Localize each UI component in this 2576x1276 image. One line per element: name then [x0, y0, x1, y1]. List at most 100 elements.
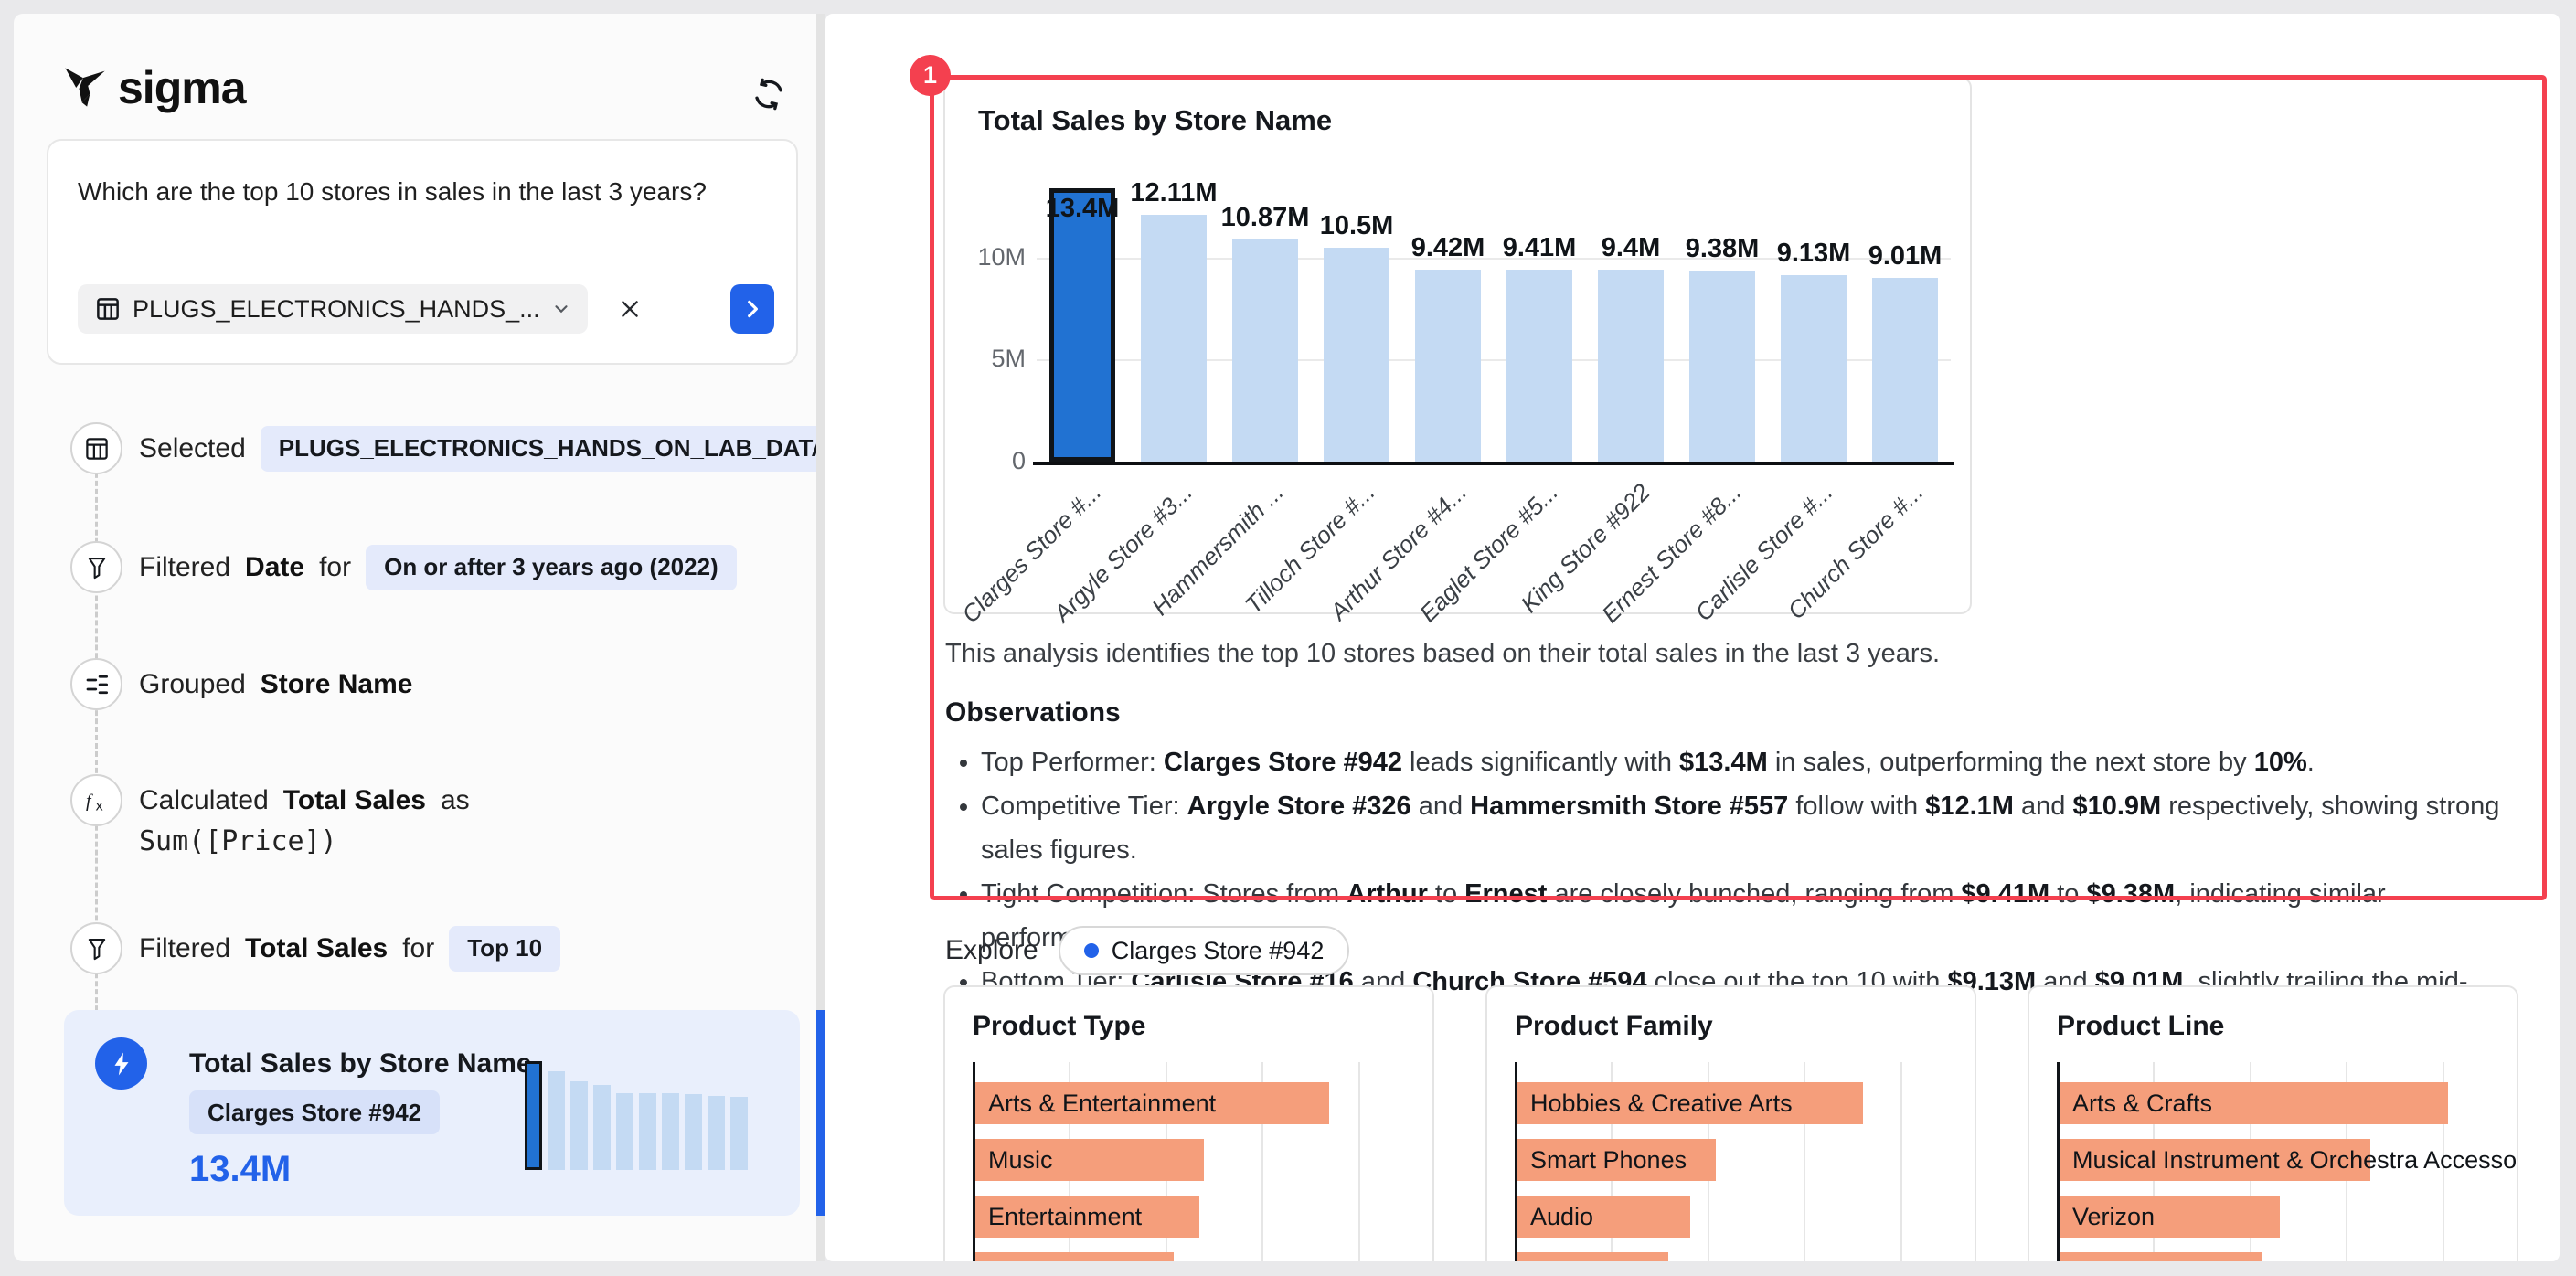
step-label-1[interactable]: SelectedPLUGS_ELECTRONICS_HANDS_ON_LAB_D… [139, 422, 816, 474]
result-card-title: Total Sales by Store Name [189, 1048, 532, 1079]
bar-Eaglet Store #5...[interactable] [1506, 270, 1572, 462]
product-card-title: Product Family [1515, 1011, 1713, 1042]
chart-title: Total Sales by Store Name [978, 104, 1332, 137]
bar-value-label: 9.42M [1398, 233, 1498, 263]
bar-Clarges Store #...[interactable] [1049, 188, 1115, 462]
question-card: Which are the top 10 stores in sales in … [47, 139, 798, 365]
sidebar: sigma Which are the top 10 stores in sal… [14, 14, 816, 1261]
product-card-product-type: Product Type Arts & Entertainment Music Ent… [943, 985, 1434, 1261]
product-bar-label: Smart Phones [1530, 1139, 1687, 1181]
group-icon [70, 658, 122, 710]
y-axis-tick: 0 [953, 447, 1026, 475]
bar-value-label: 9.41M [1489, 233, 1590, 263]
product-bar-label: Hobbies & Creative Arts [1530, 1082, 1793, 1124]
result-card-value: 13.4M [189, 1149, 291, 1190]
chevron-down-icon [551, 299, 571, 319]
bar-value-label: 13.4M [1032, 194, 1133, 224]
product-bar-label: Audio [1530, 1196, 1593, 1238]
observation-item: Top Performer: Clarges Store #942 leads … [981, 740, 2517, 784]
product-bar-row: Entertainment [975, 1196, 1407, 1238]
product-bar-label: Memory Cards [2072, 1252, 2234, 1261]
step-chip-2[interactable]: On or after 3 years ago (2022) [366, 545, 737, 590]
sigma-logo: sigma [61, 61, 246, 114]
table-icon [94, 295, 122, 323]
step-formula: Sum([Price]) [139, 825, 337, 857]
mini-bar [548, 1071, 565, 1170]
step-label-4[interactable]: Calculated Total Sales as [139, 774, 470, 826]
mini-bar [685, 1094, 702, 1170]
sidebar-scrollbar-thumb[interactable] [816, 1010, 825, 1216]
product-bar-label: TV & Home Theater [1530, 1252, 1750, 1261]
product-bar-label: Musical Instrument & Orchestra Accessori… [2072, 1139, 2518, 1181]
mini-bar [662, 1093, 679, 1170]
question-text[interactable]: Which are the top 10 stores in sales in … [78, 177, 707, 207]
refresh-icon[interactable] [745, 70, 793, 118]
bar-Hammersmith ...[interactable] [1232, 239, 1298, 462]
mini-bar [708, 1096, 725, 1170]
bar-Arthur Store #4...[interactable] [1415, 270, 1481, 462]
step-label-5[interactable]: Filtered Total Sales forTop 10 [139, 922, 560, 974]
observations-title: Observations [945, 697, 1121, 728]
product-bar-row: Musical Instrument & Orchestra Accessori… [2060, 1139, 2491, 1181]
svg-text:f: f [86, 791, 93, 811]
explore-filter-pill[interactable]: Clarges Store #942 [1059, 926, 1350, 975]
product-bar-row [975, 1252, 1407, 1261]
remove-dataset-icon[interactable] [612, 291, 648, 327]
bar-value-label: 10.87M [1215, 203, 1315, 233]
product-bar[interactable] [975, 1252, 1174, 1261]
blue-dot-icon [1084, 943, 1099, 958]
mini-bar [570, 1081, 588, 1170]
lightning-icon [95, 1037, 147, 1090]
main-panel: 1 Total Sales by Store Name 05M10M13.4MC… [825, 14, 2560, 1261]
result-card-chip[interactable]: Clarges Store #942 [189, 1090, 440, 1134]
product-cards-row: Product Type Arts & Entertainment Music Ent… [943, 985, 2518, 1261]
product-bars: Arts & Crafts Musical Instrument & Orches… [2060, 1082, 2491, 1261]
product-bar-label: Entertainment [988, 1196, 1142, 1238]
bar-Tilloch Store #...[interactable] [1324, 248, 1389, 462]
step-chip-5[interactable]: Top 10 [449, 926, 560, 972]
fx-icon: fx [70, 774, 122, 826]
bar-Carlisle Store #...[interactable] [1781, 275, 1847, 462]
product-bar-label: Arts & Crafts [2072, 1082, 2212, 1124]
funnel-icon [70, 541, 122, 593]
dataset-selector[interactable]: PLUGS_ELECTRONICS_HANDS_... [78, 284, 588, 334]
product-card-title: Product Line [2057, 1011, 2224, 1042]
product-bars: Arts & Entertainment Music Entertainment [975, 1082, 1407, 1261]
mini-bar [593, 1085, 611, 1170]
annotation-badge: 1 [910, 55, 951, 96]
explore-label: Explore [945, 935, 1038, 966]
product-card-product-line: Product Line Arts & Crafts Musical Instrum… [2028, 985, 2518, 1261]
dataset-chip-label: PLUGS_ELECTRONICS_HANDS_... [133, 295, 540, 324]
explore-row: Explore Clarges Store #942 [945, 926, 1349, 975]
x-axis-line [1033, 462, 1954, 465]
submit-question-button[interactable] [730, 284, 774, 334]
explore-pill-label: Clarges Store #942 [1112, 937, 1325, 965]
svg-text:x: x [95, 798, 102, 813]
step-label-2[interactable]: Filtered Date forOn or after 3 years ago… [139, 541, 737, 593]
mini-bar [639, 1093, 656, 1170]
mini-bar-chart [525, 1047, 761, 1170]
table-icon [70, 422, 122, 474]
chevron-right-icon [740, 297, 764, 321]
total-sales-chart-card: Total Sales by Store Name 05M10M13.4MCla… [943, 77, 1972, 614]
bar-Ernest Store #8...[interactable] [1689, 271, 1755, 462]
product-bar-row: Verizon [2060, 1196, 2491, 1238]
bar-value-label: 12.11M [1123, 178, 1224, 208]
bar-value-label: 10.5M [1306, 211, 1407, 241]
product-card-title: Product Type [973, 1011, 1145, 1042]
product-bars: Hobbies & Creative Arts Smart Phones Audio… [1517, 1082, 1949, 1261]
bar-value-label: 9.01M [1855, 241, 1955, 271]
bar-value-label: 9.38M [1672, 234, 1772, 264]
product-bar-row: Arts & Entertainment [975, 1082, 1407, 1124]
bar-Church Store #...[interactable] [1872, 278, 1938, 462]
bar-Argyle Store #3...[interactable] [1141, 215, 1207, 462]
result-card[interactable]: Total Sales by Store Name Clarges Store … [64, 1010, 800, 1216]
sidebar-scrollbar[interactable] [816, 14, 825, 1261]
product-bar-label: Music [988, 1139, 1053, 1181]
product-bar-row: Arts & Crafts [2060, 1082, 2491, 1124]
product-bar-row: Memory Cards [2060, 1252, 2491, 1261]
step-chip-1[interactable]: PLUGS_ELECTRONICS_HANDS_ON_LAB_DATA [261, 426, 816, 472]
step-label-3[interactable]: Grouped Store Name [139, 658, 412, 710]
sigma-bird-icon [61, 64, 109, 112]
bar-King Store #922[interactable] [1598, 270, 1664, 462]
